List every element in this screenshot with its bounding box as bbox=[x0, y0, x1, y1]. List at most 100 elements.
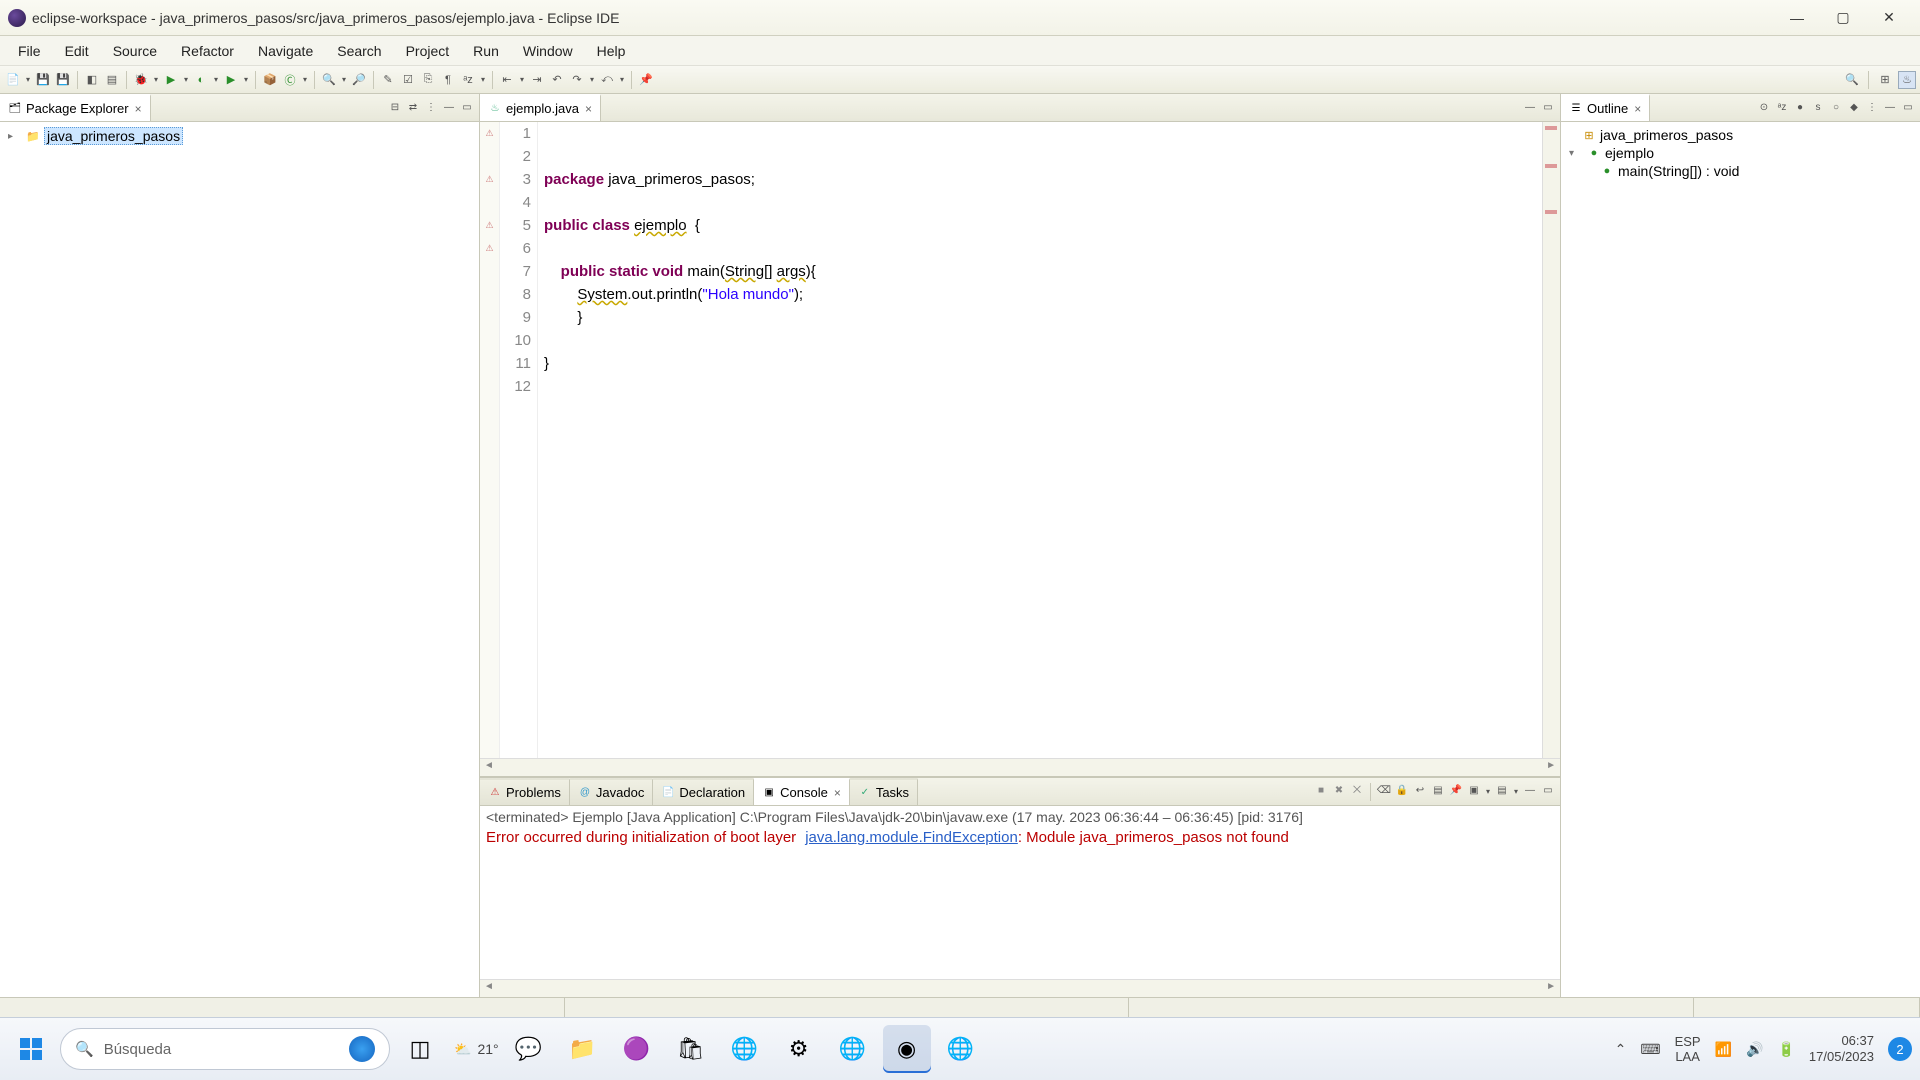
new-package-icon[interactable]: 📦 bbox=[261, 71, 279, 89]
volume-icon[interactable]: 🔊 bbox=[1746, 1041, 1763, 1058]
start-button[interactable] bbox=[8, 1026, 54, 1072]
hide-fields-icon[interactable]: ● bbox=[1792, 100, 1808, 116]
tab-problems[interactable]: ⚠ Problems bbox=[480, 778, 570, 805]
warning-icon[interactable]: ⚠ bbox=[480, 122, 499, 145]
sort-icon[interactable]: ᵃz bbox=[1774, 100, 1790, 116]
horizontal-scrollbar[interactable] bbox=[480, 979, 1560, 997]
menu-help[interactable]: Help bbox=[585, 39, 638, 63]
open-perspective-icon[interactable]: ⊞ bbox=[1876, 71, 1894, 89]
dropdown-icon[interactable]: ▾ bbox=[618, 75, 626, 84]
dropdown-icon[interactable]: ▾ bbox=[24, 75, 32, 84]
warning-icon[interactable]: ⚠ bbox=[480, 214, 499, 237]
remove-all-icon[interactable]: ⨉ bbox=[1349, 783, 1365, 799]
last-edit-icon[interactable]: ⤺ bbox=[598, 71, 616, 89]
language-indicator[interactable]: ESP LAA bbox=[1675, 1034, 1701, 1064]
expand-icon[interactable]: ▸ bbox=[8, 131, 22, 142]
hide-local-icon[interactable]: ◆ bbox=[1846, 100, 1862, 116]
minimize-view-icon[interactable]: ― bbox=[441, 100, 457, 116]
dropdown-icon[interactable]: ▾ bbox=[340, 75, 348, 84]
dropdown-icon[interactable]: ▾ bbox=[588, 75, 596, 84]
clock[interactable]: 06:37 17/05/2023 bbox=[1809, 1033, 1874, 1065]
menu-file[interactable]: File bbox=[6, 39, 53, 63]
search-icon[interactable]: 🔎 bbox=[350, 71, 368, 89]
dropdown-icon[interactable]: ▾ bbox=[1484, 783, 1492, 801]
pin-console-icon[interactable]: 📌 bbox=[1448, 783, 1464, 799]
line-gutter[interactable]: 1 2 3 4 5 6 7 8 9 10 11 12 bbox=[500, 122, 538, 758]
warning-icon[interactable]: ⚠ bbox=[480, 168, 499, 191]
minimize-view-icon[interactable]: ― bbox=[1522, 783, 1538, 799]
open-type-icon[interactable]: 🔍 bbox=[320, 71, 338, 89]
next-annotation-icon[interactable]: ⇥ bbox=[528, 71, 546, 89]
forward-icon[interactable]: ↷ bbox=[568, 71, 586, 89]
menu-navigate[interactable]: Navigate bbox=[246, 39, 325, 63]
taskbar-app-settings[interactable]: ⚙ bbox=[775, 1025, 823, 1073]
tab-ejemplo[interactable]: ♨ ejemplo.java × bbox=[480, 94, 601, 121]
outline-tree[interactable]: ⊞ java_primeros_pasos ▾ ● ejemplo ● main… bbox=[1561, 122, 1920, 184]
tree-label[interactable]: java_primeros_pasos bbox=[44, 127, 183, 145]
view-menu-icon[interactable]: ⋮ bbox=[1864, 100, 1880, 116]
tab-package-explorer[interactable]: 🗂 Package Explorer × bbox=[0, 94, 151, 121]
editor-body[interactable]: ⚠ ⚠ ⚠ ⚠ 1 2 3 4 5 6 7 8 9 10 bbox=[480, 122, 1560, 758]
open-console-icon[interactable]: ▤ bbox=[1494, 783, 1510, 799]
collapse-icon[interactable]: ▾ bbox=[1569, 148, 1583, 159]
menu-run[interactable]: Run bbox=[461, 39, 511, 63]
dropdown-icon[interactable]: ▾ bbox=[242, 75, 250, 84]
tree-row[interactable]: ● main(String[]) : void bbox=[1569, 162, 1912, 180]
dropdown-icon[interactable]: ▾ bbox=[518, 75, 526, 84]
sort-icon[interactable]: ᵃz bbox=[459, 71, 477, 89]
taskbar-search[interactable]: 🔍 Búsqueda bbox=[60, 1028, 390, 1070]
dropdown-icon[interactable]: ▾ bbox=[182, 75, 190, 84]
task-view-icon[interactable]: ◫ bbox=[396, 1025, 444, 1073]
run-icon[interactable]: ▶ bbox=[162, 71, 180, 89]
tab-tasks[interactable]: ✓ Tasks bbox=[850, 778, 918, 805]
dropdown-icon[interactable]: ▾ bbox=[1512, 783, 1520, 801]
scroll-lock-icon[interactable]: 🔒 bbox=[1394, 783, 1410, 799]
menu-search[interactable]: Search bbox=[325, 39, 393, 63]
code-area[interactable]: package java_primeros_pasos; public clas… bbox=[538, 122, 1542, 758]
maximize-view-icon[interactable]: ▭ bbox=[1900, 100, 1916, 116]
dropdown-icon[interactable]: ▾ bbox=[479, 75, 487, 84]
maximize-view-icon[interactable]: ▭ bbox=[1540, 100, 1556, 116]
close-button[interactable]: ✕ bbox=[1866, 2, 1912, 34]
back-icon[interactable]: ↶ bbox=[548, 71, 566, 89]
tab-console[interactable]: ▣ Console × bbox=[754, 778, 850, 805]
bookmark-icon[interactable]: ⎘ bbox=[419, 71, 437, 89]
maximize-view-icon[interactable]: ▭ bbox=[459, 100, 475, 116]
wand-icon[interactable]: ✎ bbox=[379, 71, 397, 89]
quick-access-icon[interactable]: 🔍 bbox=[1843, 71, 1861, 89]
taskbar-app-chrome2[interactable]: 🌐 bbox=[829, 1025, 877, 1073]
collapse-all-icon[interactable]: ⊟ bbox=[387, 100, 403, 116]
task-icon[interactable]: ☑ bbox=[399, 71, 417, 89]
debug-icon[interactable]: 🐞 bbox=[132, 71, 150, 89]
marker-column[interactable]: ⚠ ⚠ ⚠ ⚠ bbox=[480, 122, 500, 758]
notification-badge[interactable]: 2 bbox=[1888, 1037, 1912, 1061]
exception-link[interactable]: java.lang.module.FindException bbox=[805, 829, 1018, 846]
open-console-icon[interactable]: ▤ bbox=[103, 71, 121, 89]
taskbar-app-chrome[interactable]: 🌐 bbox=[721, 1025, 769, 1073]
new-class-icon[interactable]: Ⓒ bbox=[281, 71, 299, 89]
run-last-icon[interactable]: ▶ bbox=[222, 71, 240, 89]
remove-launch-icon[interactable]: ✖ bbox=[1331, 783, 1347, 799]
maximize-view-icon[interactable]: ▭ bbox=[1540, 783, 1556, 799]
toggle-icon[interactable]: ◧ bbox=[83, 71, 101, 89]
taskbar-app-chat[interactable]: 💬 bbox=[505, 1025, 553, 1073]
view-menu-icon[interactable]: ⋮ bbox=[423, 100, 439, 116]
prev-annotation-icon[interactable]: ⇤ bbox=[498, 71, 516, 89]
save-all-icon[interactable]: 💾 bbox=[54, 71, 72, 89]
dropdown-icon[interactable]: ▾ bbox=[152, 75, 160, 84]
menu-window[interactable]: Window bbox=[511, 39, 585, 63]
hide-static-icon[interactable]: s bbox=[1810, 100, 1826, 116]
package-tree[interactable]: ▸ 📁 java_primeros_pasos bbox=[0, 122, 479, 150]
taskbar-app-store[interactable]: 🛍 bbox=[667, 1025, 715, 1073]
taskbar-app-eclipse[interactable]: ◉ bbox=[883, 1025, 931, 1073]
tree-row[interactable]: ▸ 📁 java_primeros_pasos bbox=[8, 126, 471, 146]
display-selected-icon[interactable]: ▣ bbox=[1466, 783, 1482, 799]
terminate-icon[interactable]: ■ bbox=[1313, 783, 1329, 799]
para-icon[interactable]: ¶ bbox=[439, 71, 457, 89]
focus-icon[interactable]: ⊙ bbox=[1756, 100, 1772, 116]
console-body[interactable]: <terminated> Ejemplo [Java Application] … bbox=[480, 806, 1560, 979]
save-icon[interactable]: 💾 bbox=[34, 71, 52, 89]
word-wrap-icon[interactable]: ↩ bbox=[1412, 783, 1428, 799]
clear-console-icon[interactable]: ⌫ bbox=[1376, 783, 1392, 799]
weather-widget[interactable]: ⛅ 21° bbox=[454, 1041, 499, 1058]
